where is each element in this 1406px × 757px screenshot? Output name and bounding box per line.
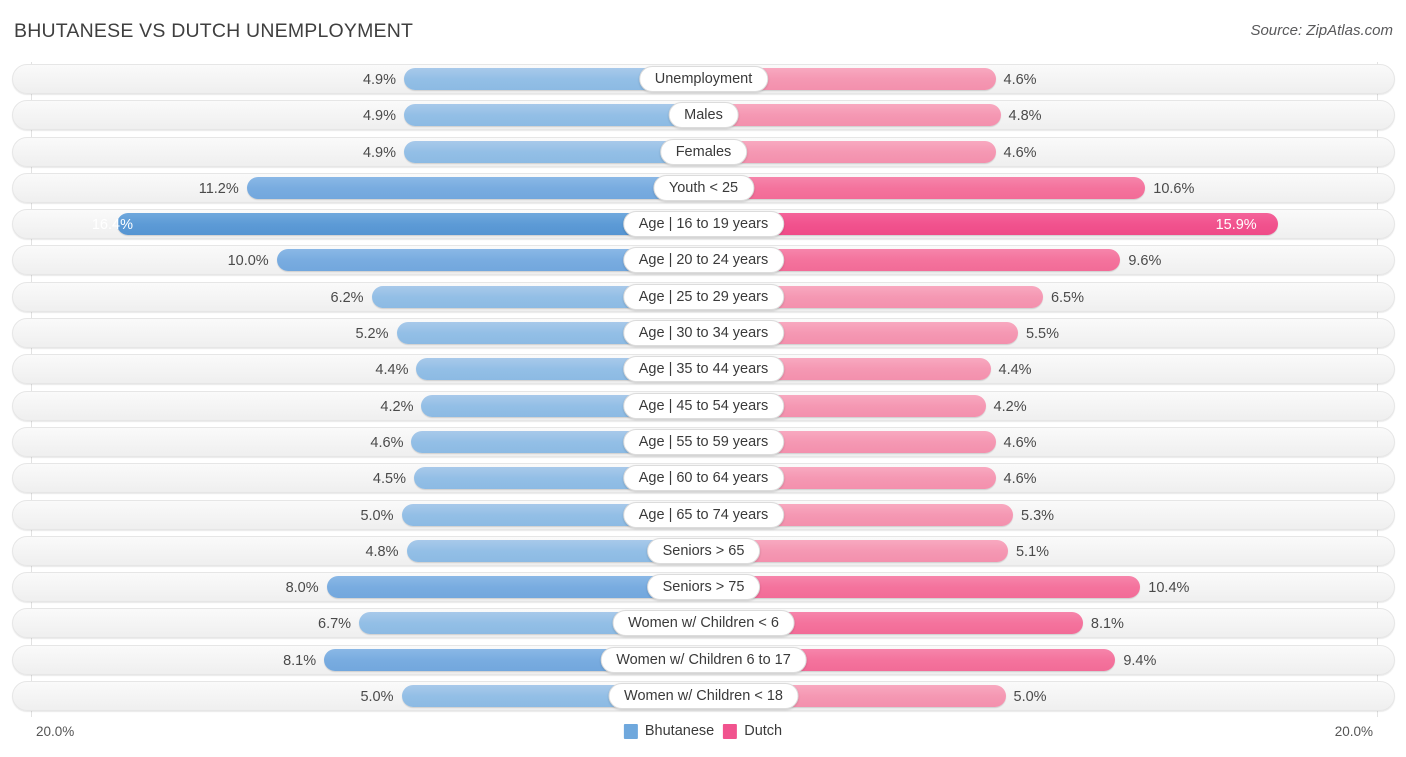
bar-dutch [704, 576, 1141, 599]
value-label-bhutanese: 8.1% [283, 652, 317, 669]
chart-header: BHUTANESE VS DUTCH UNEMPLOYMENT Source: … [0, 0, 1406, 58]
value-label-dutch: 10.4% [1148, 580, 1190, 597]
axis-label-right: 20.0% [1334, 724, 1373, 739]
category-label: Age | 60 to 64 years [622, 465, 785, 492]
bar-bhutanese [404, 140, 703, 163]
category-label: Unemployment [638, 66, 769, 92]
chart-row[interactable]: 4.9% 4.6% Females [12, 136, 1395, 167]
value-label-dutch: 4.6% [1003, 471, 1037, 488]
value-label-bhutanese: 5.0% [360, 507, 394, 524]
value-label-bhutanese: 4.4% [375, 362, 409, 379]
bar-bhutanese [116, 213, 703, 236]
category-label: Age | 35 to 44 years [622, 356, 785, 383]
chart-row[interactable]: 4.4% 4.4% Age | 35 to 44 years [12, 354, 1395, 385]
value-label-bhutanese: 4.5% [372, 471, 406, 488]
category-label: Age | 30 to 34 years [622, 320, 785, 347]
chart-footer: 20.0% 20.0% Bhutanese Dutch [0, 718, 1406, 757]
value-label-dutch: 5.5% [1025, 326, 1060, 343]
category-label: Women w/ Children 6 to 17 [600, 646, 807, 673]
chart-row[interactable]: 4.2% 4.2% Age | 45 to 54 years [12, 390, 1395, 421]
value-label-dutch: 9.4% [1123, 652, 1157, 669]
chart-row[interactable]: 5.0% 5.3% Age | 65 to 74 years [12, 499, 1395, 530]
legend-swatch-bhutanese [623, 723, 638, 739]
value-label-dutch: 10.6% [1153, 180, 1195, 197]
chart-row[interactable]: 5.2% 5.5% Age | 30 to 34 years [12, 318, 1395, 349]
legend-label-dutch: Dutch [744, 723, 783, 739]
category-label: Seniors > 75 [646, 574, 761, 601]
category-label: Age | 20 to 24 years [622, 247, 785, 274]
value-label-dutch: 8.1% [1090, 616, 1124, 633]
chart-row[interactable]: 4.9% 4.8% Males [12, 100, 1395, 131]
chart-row[interactable]: 6.7% 8.1% Women w/ Children < 6 [12, 608, 1395, 639]
page-title: BHUTANESE VS DUTCH UNEMPLOYMENT [14, 20, 414, 42]
chart-row[interactable]: 5.0% 5.0% Women w/ Children < 18 [12, 681, 1395, 712]
category-label: Females [659, 138, 748, 165]
value-label-bhutanese: 4.2% [380, 398, 414, 415]
value-label-dutch: 4.2% [993, 398, 1027, 415]
value-label-dutch: 6.5% [1050, 289, 1084, 306]
category-label: Seniors > 65 [646, 537, 761, 564]
value-label-bhutanese: 5.2% [355, 326, 389, 343]
bar-bhutanese [246, 176, 703, 199]
value-label-bhutanese: 16.4% [91, 217, 133, 234]
chart-row[interactable]: 4.5% 4.6% Age | 60 to 64 years [12, 463, 1395, 494]
source-attribution: Source: ZipAtlas.com [1250, 22, 1393, 39]
value-label-dutch: 5.0% [1013, 689, 1047, 706]
category-label: Women w/ Children < 6 [612, 610, 795, 637]
value-label-dutch: 15.9% [1215, 217, 1257, 234]
value-label-dutch: 4.6% [1003, 144, 1037, 161]
bar-bhutanese [404, 104, 703, 127]
value-label-dutch: 5.3% [1020, 507, 1055, 524]
category-label: Women w/ Children < 18 [608, 683, 799, 710]
legend-label-bhutanese: Bhutanese [644, 723, 715, 739]
value-label-bhutanese: 4.9% [362, 108, 396, 125]
legend-item-dutch[interactable]: Dutch [723, 723, 782, 739]
chart-row[interactable]: 4.6% 4.6% Age | 55 to 59 years [12, 426, 1395, 457]
value-label-bhutanese: 8.0% [285, 580, 319, 597]
value-label-bhutanese: 11.2% [198, 180, 239, 197]
category-label: Age | 45 to 54 years [622, 392, 785, 419]
value-label-bhutanese: 6.7% [318, 616, 352, 633]
chart-row[interactable]: 8.1% 9.4% Women w/ Children 6 to 17 [12, 644, 1395, 675]
chart-row[interactable]: 4.9% 4.6% Unemployment [12, 64, 1395, 94]
chart-row[interactable]: 8.0% 10.4% Seniors > 75 [12, 572, 1395, 603]
axis-label-left: 20.0% [36, 724, 75, 739]
value-label-dutch: 9.6% [1128, 253, 1162, 270]
category-label: Age | 55 to 59 years [622, 428, 785, 455]
category-label: Age | 16 to 19 years [622, 211, 785, 238]
value-label-dutch: 4.8% [1008, 108, 1042, 125]
value-label-bhutanese: 4.9% [362, 72, 396, 88]
chart-row[interactable]: 4.8% 5.1% Seniors > 65 [12, 535, 1395, 566]
chart-row[interactable]: 6.2% 6.5% Age | 25 to 29 years [12, 281, 1395, 312]
chart-rows: 4.9% 4.6% Unemployment 4.9% 4.8% Males 4.9% 4.6… [0, 64, 1406, 717]
value-label-bhutanese: 5.0% [360, 689, 394, 706]
chart-row[interactable]: 11.2% 10.6% Youth < 25 [12, 172, 1395, 203]
bar-dutch [704, 176, 1146, 199]
value-label-dutch: 4.6% [1003, 72, 1037, 88]
chart-plot-area: 4.9% 4.6% Unemployment 4.9% 4.8% Males 4.9% 4.6… [0, 58, 1406, 718]
value-label-bhutanese: 4.8% [365, 543, 399, 560]
value-label-dutch: 5.1% [1015, 543, 1050, 560]
value-label-bhutanese: 6.2% [330, 289, 364, 306]
value-label-bhutanese: 10.0% [227, 253, 269, 270]
value-label-bhutanese: 4.6% [370, 434, 404, 451]
chart-legend: Bhutanese Dutch [623, 723, 782, 739]
value-label-bhutanese: 4.9% [362, 144, 396, 161]
bar-dutch [704, 140, 996, 163]
legend-item-bhutanese[interactable]: Bhutanese [623, 723, 715, 739]
legend-swatch-dutch [723, 723, 738, 739]
bar-dutch [704, 213, 1278, 236]
category-label: Youth < 25 [652, 174, 755, 201]
category-label: Age | 65 to 74 years [622, 501, 785, 528]
chart-row[interactable]: 16.4% 15.9% Age | 16 to 19 years [12, 209, 1395, 240]
chart-row[interactable]: 10.0% 9.6% Age | 20 to 24 years [12, 245, 1395, 276]
category-label: Males [668, 102, 739, 129]
category-label: Age | 25 to 29 years [622, 283, 785, 310]
bar-dutch [704, 104, 1001, 127]
value-label-dutch: 4.4% [998, 362, 1032, 379]
value-label-dutch: 4.6% [1003, 434, 1037, 451]
